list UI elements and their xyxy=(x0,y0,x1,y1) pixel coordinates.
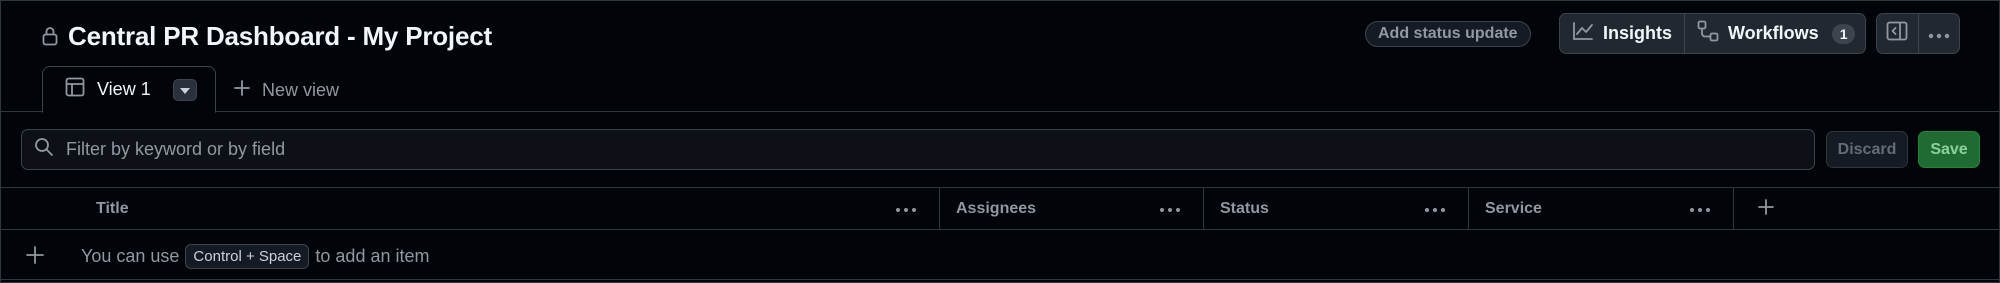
column-header-assignees[interactable]: Assignees xyxy=(940,188,1204,230)
project-header: Central PR Dashboard - My Project Add st… xyxy=(0,0,2000,113)
lock-icon xyxy=(42,26,58,46)
sidebar-panel-icon xyxy=(1886,20,1908,47)
add-item-hint: You can use Control + Space to add an it… xyxy=(81,243,429,269)
plus-icon xyxy=(1758,198,1774,220)
column-header-status[interactable]: Status xyxy=(1204,188,1469,230)
add-item-row[interactable]: You can use Control + Space to add an it… xyxy=(0,231,2000,280)
tab-label: View 1 xyxy=(97,79,151,99)
kebab-horizontal-icon[interactable] xyxy=(1424,200,1446,218)
discard-button[interactable]: Discard xyxy=(1826,131,1908,168)
insights-workflows-group: Insights Workflows 1 xyxy=(1559,13,1866,54)
search-icon xyxy=(34,137,54,162)
add-status-update-button[interactable]: Add status update xyxy=(1365,21,1531,47)
column-label: Assignees xyxy=(956,200,1037,217)
more-options-button[interactable] xyxy=(1917,14,1959,53)
new-view-button[interactable]: New view xyxy=(234,77,339,103)
workflows-count-badge: 1 xyxy=(1831,23,1856,44)
kebab-horizontal-icon[interactable] xyxy=(1159,200,1181,218)
insights-button[interactable]: Insights xyxy=(1560,14,1684,53)
side-panel-button[interactable] xyxy=(1877,14,1918,53)
title-area: Central PR Dashboard - My Project xyxy=(42,20,492,52)
filter-bar xyxy=(21,129,1815,170)
new-view-label: New view xyxy=(262,79,340,100)
graph-icon xyxy=(1572,21,1594,46)
kebab-horizontal-icon[interactable] xyxy=(1689,200,1711,218)
column-label: Status xyxy=(1220,200,1269,217)
workflow-icon xyxy=(1697,20,1719,47)
workflows-label: Workflows xyxy=(1728,23,1819,43)
tab-view-1[interactable]: View 1 xyxy=(42,66,216,113)
filter-input[interactable] xyxy=(66,139,1766,160)
panel-actions-group xyxy=(1876,13,1960,54)
table-icon xyxy=(65,77,85,102)
add-field-button[interactable] xyxy=(1734,188,1798,230)
insights-label: Insights xyxy=(1603,23,1673,43)
table-header: Title Assignees Status Service xyxy=(0,187,2000,230)
plus-icon xyxy=(234,79,250,101)
column-header-service[interactable]: Service xyxy=(1469,188,1734,230)
plus-icon[interactable] xyxy=(26,246,44,269)
kebab-horizontal-icon xyxy=(1928,23,1950,44)
column-label: Title xyxy=(96,200,129,217)
keyboard-shortcut: Control + Space xyxy=(185,243,310,269)
caret-down-icon xyxy=(179,81,190,99)
view-options-button[interactable] xyxy=(172,78,197,101)
hint-text-after: to add an item xyxy=(315,245,430,266)
column-label: Service xyxy=(1485,200,1542,217)
workflows-button[interactable]: Workflows 1 xyxy=(1684,14,1865,53)
column-header-title[interactable]: Title xyxy=(0,188,940,230)
save-button[interactable]: Save xyxy=(1918,131,1980,168)
kebab-horizontal-icon[interactable] xyxy=(895,200,917,218)
page-title: Central PR Dashboard - My Project xyxy=(68,20,492,51)
hint-text-before: You can use xyxy=(81,245,180,266)
